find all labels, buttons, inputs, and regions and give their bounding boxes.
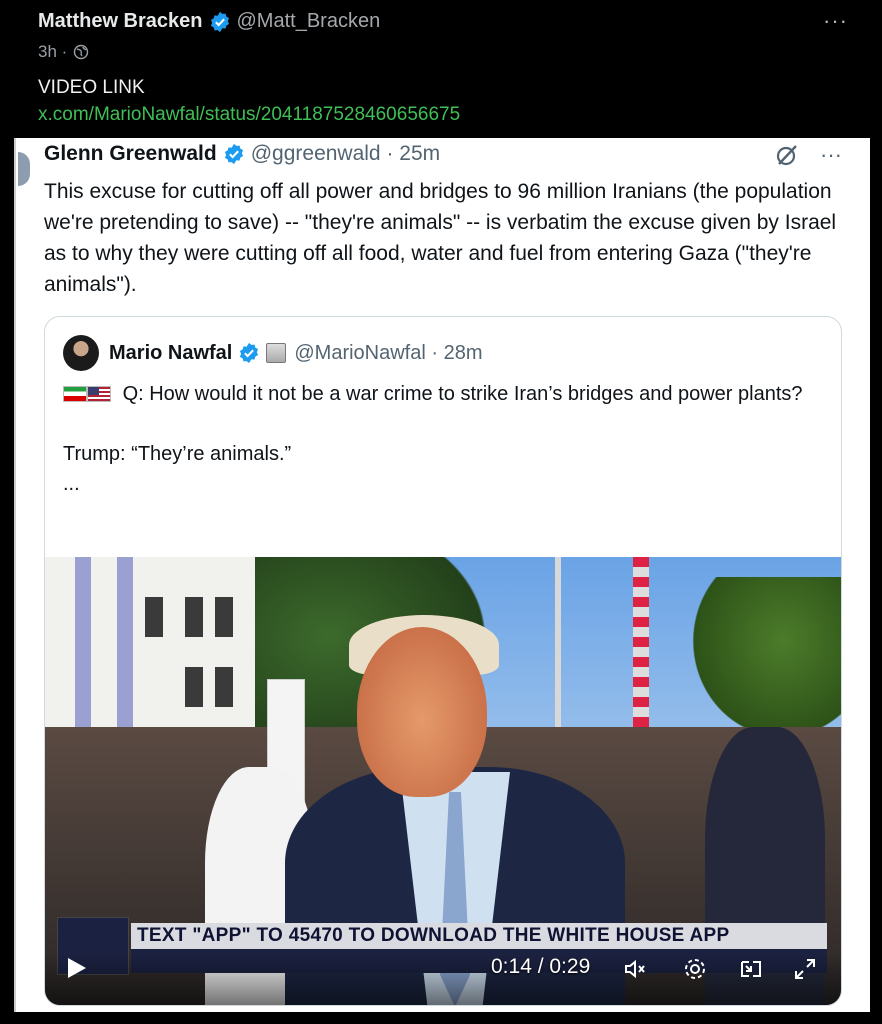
iran-flag-icon xyxy=(63,386,87,402)
window xyxy=(215,597,233,637)
video-frame-trees xyxy=(693,577,841,737)
window xyxy=(185,667,203,707)
post-meta: 3h · xyxy=(38,42,89,62)
us-flag-icon xyxy=(87,386,111,402)
avatar[interactable] xyxy=(63,335,99,371)
mario-name[interactable]: Mario Nawfal xyxy=(109,342,232,365)
window xyxy=(215,667,233,707)
settings-gear-icon[interactable] xyxy=(683,957,707,981)
quoted-post-header: Mario Nawfal @MarioNawfal · 28m xyxy=(63,335,482,371)
quoted-post-text: Q: How would it not be a war crime to st… xyxy=(63,379,823,499)
answer-text: Trump: “They’re animals.” xyxy=(63,443,292,465)
post-text: VIDEO LINK xyxy=(38,77,145,98)
speaker-face xyxy=(357,627,487,797)
quoted-post[interactable]: Mario Nawfal @MarioNawfal · 28m Q: How w… xyxy=(44,316,842,1006)
verified-badge-icon xyxy=(210,11,229,32)
video-player[interactable]: TEXT "APP" TO 45470 TO DOWNLOAD THE WHIT… xyxy=(45,557,841,1005)
grok-icon[interactable] xyxy=(774,142,800,168)
video-link[interactable]: x.com/MarioNawfal/status/204118752846065… xyxy=(38,104,460,126)
ellipsis-text: ... xyxy=(63,473,80,495)
author-name[interactable]: Matthew Bracken xyxy=(38,10,203,33)
fullscreen-icon[interactable] xyxy=(793,957,817,981)
more-options-icon[interactable]: ··· xyxy=(823,8,848,34)
window xyxy=(185,597,203,637)
mute-icon[interactable] xyxy=(623,957,647,981)
author-handle[interactable]: @Matt_Bracken xyxy=(237,10,381,33)
window xyxy=(145,597,163,637)
mario-handle[interactable]: @MarioNawfal · 28m xyxy=(294,342,482,365)
outer-post-header: Matthew Bracken @Matt_Bracken xyxy=(38,10,380,33)
glenn-post-text: This excuse for cutting off all power an… xyxy=(44,180,837,296)
flag-pole xyxy=(555,557,561,737)
affiliate-badge-icon xyxy=(266,343,287,363)
video-controls-bar xyxy=(45,953,841,1005)
post-time[interactable]: 3h · xyxy=(38,42,67,62)
video-time: 0:14 / 0:29 xyxy=(491,955,591,978)
question-text: Q: How would it not be a war crime to st… xyxy=(122,383,803,405)
verified-badge-icon xyxy=(224,143,243,165)
video-banner: TEXT "APP" TO 45470 TO DOWNLOAD THE WHIT… xyxy=(131,923,827,949)
question-line: Q: How would it not be a war crime to st… xyxy=(63,379,823,409)
glenn-handle[interactable]: @ggreenwald · 25m xyxy=(251,142,440,166)
glenn-post-header: Glenn Greenwald @ggreenwald · 25m xyxy=(44,142,440,166)
outer-post: Matthew Bracken @Matt_Bracken ··· 3h · V… xyxy=(0,0,882,1024)
glenn-post-actions: ··· xyxy=(774,142,842,168)
play-icon[interactable] xyxy=(63,955,89,981)
side-avatar xyxy=(18,152,30,186)
embedded-screenshot: Glenn Greenwald @ggreenwald · 25m ··· Th… xyxy=(14,138,870,1012)
tower xyxy=(633,557,649,727)
globe-icon xyxy=(74,44,89,60)
glenn-name[interactable]: Glenn Greenwald xyxy=(44,142,217,166)
more-options-icon[interactable]: ··· xyxy=(820,142,842,168)
picture-in-picture-icon[interactable] xyxy=(739,957,763,981)
verified-badge-icon xyxy=(240,342,259,364)
